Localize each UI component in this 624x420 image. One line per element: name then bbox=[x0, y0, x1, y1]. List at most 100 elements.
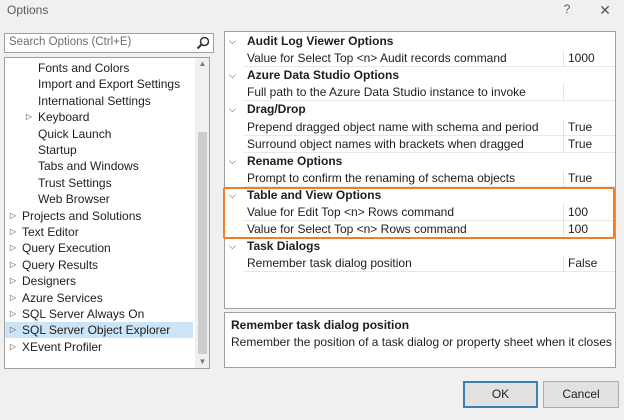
scroll-down-icon[interactable]: ▼ bbox=[195, 356, 209, 368]
tree-item-label: Quick Launch bbox=[38, 126, 112, 141]
tree-item-label: Query Execution bbox=[22, 241, 111, 256]
tree-item[interactable]: Quick Launch bbox=[5, 126, 193, 142]
property-value[interactable]: True bbox=[568, 170, 592, 187]
tree-item[interactable]: ▷ Text Editor bbox=[5, 224, 193, 240]
highlight-box bbox=[223, 187, 615, 239]
tree-item-label: SQL Server Object Explorer bbox=[22, 323, 171, 338]
column-divider bbox=[563, 118, 564, 136]
expand-arrow-icon[interactable]: ▷ bbox=[8, 257, 18, 273]
grid-category[interactable]: ⌵ Drag/Drop bbox=[225, 101, 615, 118]
grid-category[interactable]: ⌵ Azure Data Studio Options bbox=[225, 67, 615, 84]
grid-category-name: Azure Data Studio Options bbox=[247, 68, 400, 83]
tree-item[interactable]: Tabs and Windows bbox=[5, 158, 193, 174]
expand-arrow-icon[interactable]: ▷ bbox=[8, 339, 18, 355]
description-panel: Remember task dialog position Remember t… bbox=[224, 312, 616, 368]
expand-arrow-icon[interactable]: ▷ bbox=[8, 290, 18, 306]
tree-item[interactable]: ▷ Query Execution bbox=[5, 240, 193, 256]
expand-arrow-icon[interactable]: ▷ bbox=[24, 109, 34, 125]
search-icon[interactable] bbox=[196, 36, 210, 50]
column-divider bbox=[563, 169, 564, 187]
help-button[interactable]: ? bbox=[560, 2, 574, 18]
tree-item-label: International Settings bbox=[38, 93, 151, 108]
scroll-up-icon[interactable]: ▲ bbox=[195, 58, 209, 70]
tree-item-label: Projects and Solutions bbox=[22, 208, 142, 223]
grid-category[interactable]: ⌵ Audit Log Viewer Options bbox=[225, 33, 615, 50]
collapse-arrow-icon[interactable]: ⌵ bbox=[229, 33, 236, 50]
column-divider bbox=[563, 135, 564, 153]
row-divider bbox=[243, 271, 615, 273]
property-name: Surround object names with brackets when… bbox=[247, 136, 524, 151]
tree-item-label: Startup bbox=[38, 143, 77, 157]
expand-arrow-icon[interactable]: ▷ bbox=[8, 322, 18, 338]
tree-item-label: Keyboard bbox=[38, 110, 90, 125]
grid-category[interactable]: ⌵ Task Dialogs bbox=[225, 238, 615, 255]
property-value[interactable]: True bbox=[568, 119, 592, 136]
tree-item[interactable]: ▷ XEvent Profiler bbox=[5, 339, 193, 355]
tree-item-label: Text Editor bbox=[22, 225, 79, 239]
tree-item[interactable]: ▷ SQL Server Always On bbox=[5, 306, 193, 322]
expand-arrow-icon[interactable]: ▷ bbox=[8, 273, 18, 289]
property-value[interactable]: True bbox=[568, 136, 592, 153]
tree-scrollbar[interactable]: ▲ ▼ bbox=[195, 58, 209, 368]
grid-property-row[interactable]: Prepend dragged object name with schema … bbox=[225, 119, 615, 136]
tree-item[interactable]: Fonts and Colors bbox=[5, 60, 193, 76]
tree-item-label: Web Browser bbox=[38, 192, 110, 207]
tree-item-label: Query Results bbox=[22, 257, 99, 272]
tree-item-label: Import and Export Settings bbox=[38, 77, 181, 92]
column-divider bbox=[563, 255, 564, 273]
options-tree[interactable]: Fonts and Colors Import and Export Settin… bbox=[4, 57, 210, 369]
description-text: Remember the position of a task dialog o… bbox=[231, 335, 613, 349]
tree-item-label: Azure Services bbox=[22, 290, 103, 305]
grid-category-name: Drag/Drop bbox=[247, 102, 306, 117]
grid-category-name: Audit Log Viewer Options bbox=[247, 34, 394, 48]
expand-arrow-icon[interactable]: ▷ bbox=[8, 208, 18, 224]
property-name: Prompt to confirm the renaming of schema… bbox=[247, 170, 516, 185]
grid-property-row[interactable]: Remember task dialog position False bbox=[225, 255, 615, 272]
close-button[interactable]: ✕ bbox=[597, 2, 613, 18]
property-name: Value for Select Top <n> Audit records c… bbox=[247, 51, 507, 66]
tree-item-label: Trust Settings bbox=[38, 175, 112, 190]
tree-item-label: Fonts and Colors bbox=[38, 61, 130, 75]
tree-item[interactable]: Trust Settings bbox=[5, 175, 193, 191]
description-title: Remember task dialog position bbox=[231, 318, 410, 332]
tree-item[interactable]: ▷ Projects and Solutions bbox=[5, 208, 193, 224]
grid-category-name: Task Dialogs bbox=[247, 239, 321, 254]
scroll-thumb[interactable] bbox=[198, 132, 207, 354]
collapse-arrow-icon[interactable]: ⌵ bbox=[229, 67, 236, 84]
property-name: Full path to the Azure Data Studio insta… bbox=[247, 85, 526, 100]
collapse-arrow-icon[interactable]: ⌵ bbox=[229, 101, 236, 118]
property-grid[interactable]: ⌵ Audit Log Viewer Options Value for Selec… bbox=[224, 31, 616, 309]
tree-item[interactable]: ▷ Keyboard bbox=[5, 109, 193, 125]
collapse-arrow-icon[interactable]: ⌵ bbox=[229, 238, 236, 255]
tree-item[interactable]: ▷ Azure Services bbox=[5, 290, 193, 306]
tree-item-label: SQL Server Always On bbox=[22, 307, 145, 321]
window-title: Options bbox=[7, 3, 49, 17]
tree-item[interactable]: Startup bbox=[5, 142, 193, 158]
ok-button[interactable]: OK bbox=[463, 381, 538, 408]
grid-category-name: Rename Options bbox=[247, 153, 343, 168]
tree-item[interactable]: ▷ SQL Server Object Explorer bbox=[5, 322, 193, 339]
tree-item[interactable]: International Settings bbox=[5, 93, 193, 109]
tree-item-label: XEvent Profiler bbox=[22, 339, 103, 354]
grid-property-row[interactable]: Prompt to confirm the renaming of schema… bbox=[225, 170, 615, 187]
column-divider bbox=[563, 50, 564, 68]
title-bar: Options ? ✕ bbox=[0, 0, 624, 22]
grid-property-row[interactable]: Full path to the Azure Data Studio insta… bbox=[225, 84, 615, 101]
expand-arrow-icon[interactable]: ▷ bbox=[8, 224, 18, 240]
property-name: Prepend dragged object name with schema … bbox=[247, 119, 539, 134]
grid-property-row[interactable]: Value for Select Top <n> Audit records c… bbox=[225, 50, 615, 67]
expand-arrow-icon[interactable]: ▷ bbox=[8, 306, 18, 322]
expand-arrow-icon[interactable]: ▷ bbox=[8, 240, 18, 256]
tree-item[interactable]: ▷ Query Results bbox=[5, 257, 193, 273]
property-value[interactable]: 1000 bbox=[568, 50, 595, 67]
tree-item[interactable]: Web Browser bbox=[5, 191, 193, 207]
property-value[interactable]: False bbox=[568, 255, 597, 272]
search-input[interactable]: Search Options (Ctrl+E) bbox=[4, 33, 214, 53]
grid-category[interactable]: ⌵ Rename Options bbox=[225, 153, 615, 170]
grid-property-row[interactable]: Surround object names with brackets when… bbox=[225, 136, 615, 153]
property-name: Remember task dialog position bbox=[247, 256, 412, 271]
collapse-arrow-icon[interactable]: ⌵ bbox=[229, 153, 236, 170]
cancel-button[interactable]: Cancel bbox=[543, 381, 619, 408]
tree-item[interactable]: ▷ Designers bbox=[5, 273, 193, 289]
tree-item[interactable]: Import and Export Settings bbox=[5, 76, 193, 92]
